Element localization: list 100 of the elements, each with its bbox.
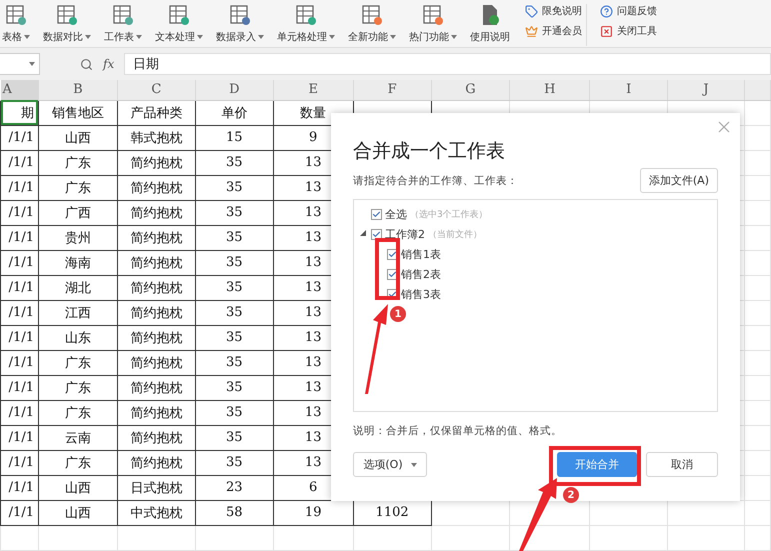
column-header[interactable]: D xyxy=(195,80,274,100)
table-cell: 简约抱枕 xyxy=(117,150,196,175)
table-cell: /1/1 xyxy=(0,125,38,150)
table-cell: /1/1 xyxy=(0,200,38,225)
toolbar-link[interactable]: 开通会员 xyxy=(525,24,582,38)
table-cell: 山西 xyxy=(38,475,118,500)
table-cell: 广东 xyxy=(38,375,118,400)
sheet-hint: （当前文件） xyxy=(428,228,482,240)
toolbar-button[interactable]: 单元格处理 xyxy=(275,4,337,44)
table-cell: 贵州 xyxy=(38,225,118,250)
table-cell: /1/1 xyxy=(0,225,38,250)
table-cell: 35 xyxy=(195,325,274,350)
table-cell: 35 xyxy=(195,275,274,300)
table-cell: 简约抱枕 xyxy=(117,175,196,200)
toolbar-link[interactable]: 问题反馈 xyxy=(600,4,657,18)
table-cell: 江西 xyxy=(38,300,118,325)
table-cell: /1/1 xyxy=(0,300,38,325)
table-cell: 湖北 xyxy=(38,275,118,300)
table-cell: /1/1 xyxy=(0,500,38,525)
table-cell: 广东 xyxy=(38,150,118,175)
table-cell: 销售地区 xyxy=(38,100,118,125)
sheet-label: 全选 xyxy=(385,206,407,222)
column-header[interactable]: H xyxy=(510,80,590,100)
table-cell: 产品种类 xyxy=(117,100,196,125)
table-cell: 期 xyxy=(0,100,38,125)
table-cell: 简约抱枕 xyxy=(117,200,196,225)
toolbar-button[interactable]: 使用说明 xyxy=(468,4,512,44)
table-cell: 简约抱枕 xyxy=(117,225,196,250)
sheet-label: 销售1表 xyxy=(401,246,441,262)
column-header[interactable]: B xyxy=(38,80,118,100)
table-cell: 简约抱枕 xyxy=(117,250,196,275)
toolbar-button[interactable]: 热门功能 xyxy=(407,4,459,44)
table-cell: 简约抱枕 xyxy=(117,300,196,325)
table-cell: 35 xyxy=(195,150,274,175)
toolbar-button[interactable]: 表格 xyxy=(0,4,32,44)
column-header[interactable]: I xyxy=(590,80,668,100)
table-cell: 58 xyxy=(195,500,274,525)
table-cell: 35 xyxy=(195,300,274,325)
table-cell: 中式抱枕 xyxy=(117,500,196,525)
table-cell: 广东 xyxy=(38,400,118,425)
table-cell: 广东 xyxy=(38,175,118,200)
dialog-note: 说明：合并后，仅保留单元格的值、格式。 xyxy=(353,424,563,438)
column-header[interactable]: A xyxy=(0,80,38,100)
table-cell: 35 xyxy=(195,425,274,450)
table-cell: /1/1 xyxy=(0,450,38,475)
toolbar-button[interactable]: 数据录入 xyxy=(214,4,266,44)
dialog-title: 合并成一个工作表 xyxy=(353,139,506,164)
table-cell: 单价 xyxy=(195,100,274,125)
table-cell: /1/1 xyxy=(0,425,38,450)
table-cell: 简约抱枕 xyxy=(117,400,196,425)
table-cell: 简约抱枕 xyxy=(117,350,196,375)
sheet-label: 工作簿2 xyxy=(385,226,425,242)
column-header[interactable]: F xyxy=(353,80,432,100)
table-cell: 35 xyxy=(195,250,274,275)
function-label[interactable]: fx xyxy=(103,57,114,71)
table-cell: 35 xyxy=(195,350,274,375)
table-cell: 云南 xyxy=(38,425,118,450)
table-cell: 简约抱枕 xyxy=(117,275,196,300)
sheet-hint: （选中3个工作表） xyxy=(410,208,488,220)
cancel-button[interactable]: 取消 xyxy=(646,452,718,477)
table-cell: 广东 xyxy=(38,450,118,475)
table-cell: 35 xyxy=(195,375,274,400)
table-cell: 简约抱枕 xyxy=(117,325,196,350)
toolbar-link[interactable]: 限免说明 xyxy=(525,4,582,18)
toolbar-button[interactable]: 数据对比 xyxy=(41,4,93,44)
table-cell: 日式抱枕 xyxy=(117,475,196,500)
toolbar-button[interactable]: 文本处理 xyxy=(153,4,205,44)
sheet-label: 销售3表 xyxy=(401,286,441,302)
table-cell: /1/1 xyxy=(0,150,38,175)
table-cell: /1/1 xyxy=(0,250,38,275)
table-cell: 35 xyxy=(195,200,274,225)
table-cell: 15 xyxy=(195,125,274,150)
table-cell: 35 xyxy=(195,175,274,200)
table-cell: /1/1 xyxy=(0,400,38,425)
table-cell: /1/1 xyxy=(0,475,38,500)
table-cell: 简约抱枕 xyxy=(117,425,196,450)
formula-field[interactable]: 日期 xyxy=(124,53,771,75)
column-header[interactable]: J xyxy=(668,80,744,100)
table-cell: 韩式抱枕 xyxy=(117,125,196,150)
options-button[interactable]: 选项(O) xyxy=(353,452,427,477)
toolbar-link[interactable]: 关闭工具 xyxy=(600,24,657,38)
table-cell: /1/1 xyxy=(0,275,38,300)
table-cell: 山西 xyxy=(38,125,118,150)
table-cell: 35 xyxy=(195,450,274,475)
add-file-button[interactable]: 添加文件(A) xyxy=(640,168,718,193)
toolbar-button[interactable]: 工作表 xyxy=(102,4,144,44)
table-cell: /1/1 xyxy=(0,175,38,200)
table-cell: 广西 xyxy=(38,200,118,225)
table-cell: 简约抱枕 xyxy=(117,375,196,400)
sheet-label: 销售2表 xyxy=(401,266,441,282)
table-cell: /1/1 xyxy=(0,325,38,350)
dialog-prompt: 请指定待合并的工作簿、工作表： xyxy=(353,174,518,188)
column-header[interactable]: C xyxy=(117,80,196,100)
table-cell: 简约抱枕 xyxy=(117,450,196,475)
column-header[interactable]: E xyxy=(273,80,354,100)
column-header[interactable]: G xyxy=(431,80,510,100)
table-cell: 35 xyxy=(195,225,274,250)
table-cell: /1/1 xyxy=(0,375,38,400)
table-cell: 广东 xyxy=(38,350,118,375)
toolbar-button[interactable]: 全新功能 xyxy=(346,4,398,44)
